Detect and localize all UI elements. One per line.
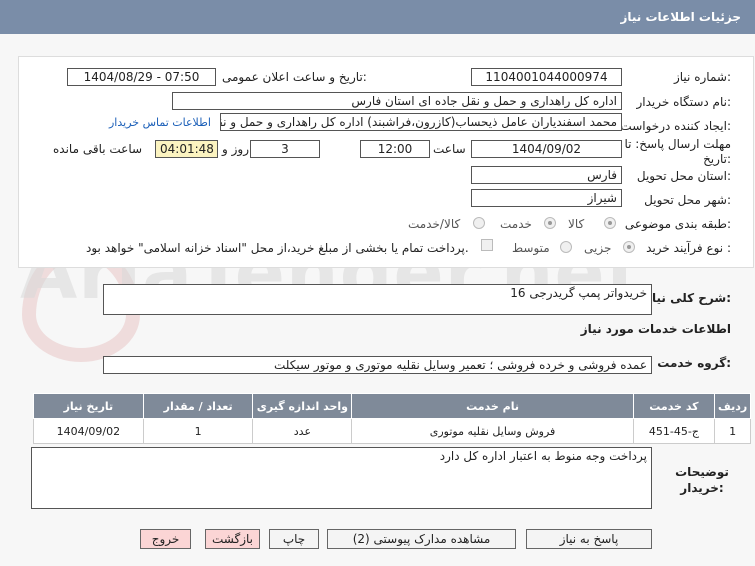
category-radio-service[interactable]: [544, 217, 556, 229]
remaining-time-field: 04:01:48: [155, 140, 218, 158]
attachments-button[interactable]: مشاهده مدارک پیوستی (2): [327, 529, 516, 549]
days-label: روز و: [222, 142, 249, 156]
table-row: 1 ج-45-451 فروش وسایل نقلیه موتوری عدد 1…: [33, 418, 751, 444]
announce-label: تاریخ و ساعت اعلان عمومی:: [222, 70, 367, 84]
category-radio-goods[interactable]: [604, 217, 616, 229]
col-name: نام خدمت: [351, 393, 634, 419]
category-option-service: خدمت: [500, 217, 532, 231]
need-number-field: 1104001044000974: [471, 68, 622, 86]
col-qty: تعداد / مقدار: [142, 393, 254, 419]
cell-qty: 1: [142, 418, 254, 444]
back-button[interactable]: بازگشت: [205, 529, 260, 549]
treasury-note: پرداخت تمام یا بخشی از مبلغ خرید،از محل …: [86, 241, 469, 255]
category-radio-both[interactable]: [473, 217, 485, 229]
purchase-option-medium: متوسط: [512, 241, 550, 255]
deadline-label: مهلت ارسال پاسخ: تا تاریخ:: [624, 137, 731, 166]
services-table: ردیف کد خدمت نام خدمت واحد اندازه گیری ت…: [33, 393, 751, 444]
remaining-label: ساعت باقی مانده: [53, 142, 143, 156]
notes-field: پرداخت وجه منوط به اعتبار اداره کل دارد: [31, 447, 652, 509]
service-group-label: گروه خدمت:: [657, 356, 731, 370]
deadline-time-field: 12:00: [360, 140, 430, 158]
creator-field: محمد اسفندیاران عامل ذیحساب(کازرون،فراشب…: [220, 113, 622, 131]
purchase-type-label: نوع فرآیند خرید :: [646, 241, 731, 255]
col-code: کد خدمت: [632, 393, 716, 419]
purchase-radio-medium[interactable]: [560, 241, 572, 253]
announce-field: 1404/08/29 - 07:50: [67, 68, 216, 86]
col-row: ردیف: [714, 393, 751, 419]
notes-label: توضیحات خریدار:: [675, 465, 729, 495]
buyer-org-field: اداره کل راهداری و حمل و نقل جاده ای است…: [172, 92, 622, 110]
col-unit: واحد اندازه گیری: [252, 393, 353, 419]
table-header-row: ردیف کد خدمت نام خدمت واحد اندازه گیری ت…: [33, 393, 751, 419]
print-button[interactable]: چاپ: [269, 529, 319, 549]
category-option-both: کالا/خدمت: [408, 217, 461, 231]
contact-buyer-link[interactable]: اطلاعات تماس خریدار: [109, 116, 211, 129]
category-option-goods: کالا: [568, 217, 585, 231]
summary-label: شرح کلی نیاز:: [645, 291, 731, 305]
cell-date: 1404/09/02: [33, 418, 144, 444]
title-bar: جزئیات اطلاعات نیاز: [0, 0, 755, 34]
days-field: 3: [250, 140, 320, 158]
reply-button[interactable]: پاسخ به نیاز: [526, 529, 652, 549]
buyer-org-label: نام دستگاه خریدار:: [636, 95, 732, 109]
treasury-checkbox[interactable]: [481, 239, 493, 251]
province-label: استان محل تحویل:: [636, 169, 731, 183]
cell-code: ج-45-451: [632, 418, 716, 444]
creator-label: ایجاد کننده درخواست:: [620, 119, 731, 133]
purchase-radio-minor[interactable]: [623, 241, 635, 253]
exit-button[interactable]: خروج: [140, 529, 191, 549]
purchase-option-minor: جزیی: [584, 241, 612, 255]
cell-row: 1: [714, 418, 751, 444]
province-field: فارس: [471, 166, 622, 184]
city-field: شیراز: [471, 189, 622, 207]
page-title: جزئیات اطلاعات نیاز: [620, 10, 741, 24]
col-date: تاریخ نیاز: [33, 393, 144, 419]
cell-unit: عدد: [252, 418, 353, 444]
service-group-field: عمده فروشی و خرده فروشی ؛ تعمیر وسایل نق…: [103, 356, 652, 374]
services-heading: اطلاعات خدمات مورد نیاز: [580, 322, 731, 336]
deadline-date-field: 1404/09/02: [471, 140, 622, 158]
need-number-label: شماره نیاز:: [673, 70, 731, 84]
time-label: ساعت: [433, 142, 466, 156]
summary-field: خریدواتر پمپ گریدرجی 16: [103, 284, 652, 315]
city-label: شهر محل تحویل:: [644, 193, 731, 207]
cell-name: فروش وسایل نقلیه موتوری: [351, 418, 634, 444]
category-label: طبقه بندی موضوعی:: [624, 217, 731, 231]
